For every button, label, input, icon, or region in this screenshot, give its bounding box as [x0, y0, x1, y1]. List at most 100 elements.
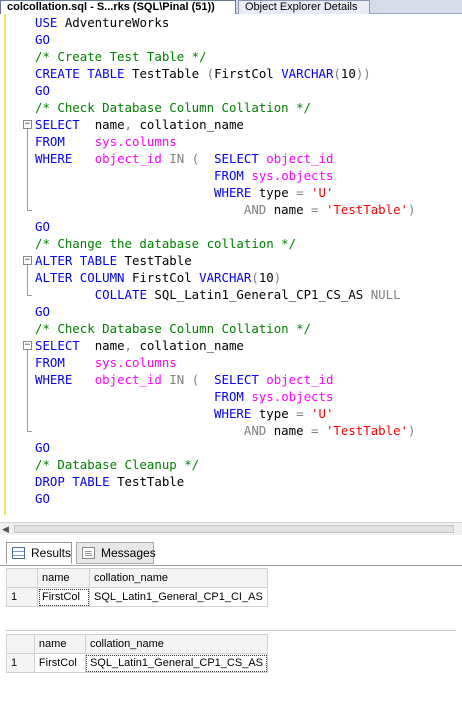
code-token: TestTable: [124, 253, 192, 268]
code-line[interactable]: GO: [35, 31, 50, 48]
code-line[interactable]: FROM sys.columns: [35, 354, 177, 371]
result-grid-2[interactable]: name collation_name 1 FirstCol SQL_Latin…: [6, 634, 269, 673]
row-number[interactable]: 1: [6, 653, 35, 673]
code-line[interactable]: /* Database Cleanup */: [35, 456, 199, 473]
code-line[interactable]: DROP TABLE TestTable: [35, 473, 184, 490]
code-token: AND: [243, 423, 274, 438]
code-line[interactable]: /* Check Database Column Collation */: [35, 320, 311, 337]
collapse-region-icon[interactable]: −: [23, 120, 32, 129]
row-number[interactable]: 1: [6, 587, 38, 607]
column-header-name[interactable]: name: [37, 568, 90, 588]
scroll-left-icon[interactable]: ◀: [2, 524, 9, 535]
cell-collation-name[interactable]: SQL_Latin1_General_CP1_CS_AS: [84, 653, 269, 673]
grid-header-row: name collation_name: [6, 634, 269, 654]
code-token: /* Check Database Column Collation */: [35, 321, 312, 336]
code-token: =: [296, 406, 312, 421]
code-token: (: [191, 151, 215, 166]
column-header-collation-name[interactable]: collation_name: [84, 634, 269, 654]
code-token: SQL_Latin1_General_CP1_CS_AS: [154, 287, 371, 302]
row-header-corner[interactable]: [6, 568, 38, 588]
cell-name[interactable]: FirstCol: [33, 653, 86, 673]
code-line[interactable]: SELECT name, collation_name: [35, 116, 244, 133]
collapse-region-icon[interactable]: −: [23, 256, 32, 265]
code-line[interactable]: SELECT name, collation_name: [35, 337, 244, 354]
fold-guide: [27, 405, 28, 422]
changed-lines-indicator: [4, 14, 6, 515]
query-editor[interactable]: USE AdventureWorks GO/* Create Test Table…: [0, 14, 462, 522]
collapse-region-icon[interactable]: −: [23, 341, 32, 350]
code-token: FirstCol: [214, 66, 282, 81]
code-token: TestTable: [117, 474, 185, 489]
code-token: GO: [35, 491, 50, 506]
code-token: USE: [35, 15, 65, 30]
code-line[interactable]: GO: [35, 439, 50, 456]
code-token: VARCHAR: [199, 270, 252, 285]
cell-collation-name[interactable]: SQL_Latin1_General_CP1_CI_AS: [89, 587, 268, 607]
code-line[interactable]: CREATE TABLE TestTable (FirstCol VARCHAR…: [35, 65, 371, 82]
fold-guide: [27, 133, 28, 150]
code-token: collation_name: [139, 117, 244, 132]
code-line[interactable]: GO: [35, 82, 50, 99]
code-line[interactable]: FROM sys.columns: [35, 133, 177, 150]
code-line[interactable]: GO: [35, 218, 50, 235]
code-line[interactable]: AND name = 'TestTable'): [35, 422, 416, 439]
code-line[interactable]: GO: [35, 490, 50, 507]
code-line[interactable]: FROM sys.objects: [35, 388, 333, 405]
results-pane: name collation_name 1 FirstCol SQL_Latin…: [0, 566, 462, 704]
row-header-corner[interactable]: [6, 634, 35, 654]
tab-colcollation-sql[interactable]: colcollation.sql - S...rks (SQL\Pinal (5…: [0, 0, 236, 14]
code-token: DROP TABLE: [35, 474, 118, 489]
results-tab-strip: Results Messages: [0, 538, 462, 566]
code-line[interactable]: ALTER COLUMN FirstCol VARCHAR(10): [35, 269, 281, 286]
code-line[interactable]: WHERE type = 'U': [35, 405, 333, 422]
fold-guide: [27, 422, 28, 431]
code-line[interactable]: GO: [35, 303, 50, 320]
code-line[interactable]: /* Create Test Table */: [35, 48, 207, 65]
fold-guide: [27, 269, 28, 286]
code-token: (: [333, 66, 341, 81]
code-line[interactable]: ALTER TABLE TestTable: [35, 252, 192, 269]
code-line[interactable]: WHERE object_id IN ( SELECT object_id: [35, 371, 333, 388]
code-line[interactable]: /* Check Database Column Collation */: [35, 99, 311, 116]
code-token: type: [258, 185, 297, 200]
code-line[interactable]: AND name = 'TestTable'): [35, 201, 416, 218]
editor-horizontal-scrollbar[interactable]: ◀: [0, 522, 462, 535]
code-line[interactable]: COLLATE SQL_Latin1_General_CP1_CS_AS NUL…: [35, 286, 401, 303]
tab-object-explorer-details[interactable]: Object Explorer Details: [238, 0, 370, 14]
code-token: sys.columns: [94, 355, 177, 370]
table-row[interactable]: 1 FirstCol SQL_Latin1_General_CP1_CS_AS: [6, 653, 269, 673]
tab-results[interactable]: Results: [6, 542, 72, 564]
code-token: /* Database Cleanup */: [35, 457, 200, 472]
code-token: VARCHAR: [281, 66, 334, 81]
code-token: WHERE: [35, 151, 95, 166]
fold-end-tick: [27, 431, 32, 432]
column-header-name[interactable]: name: [33, 634, 86, 654]
code-line[interactable]: USE AdventureWorks: [35, 14, 169, 31]
code-token: FROM: [35, 355, 95, 370]
scrollbar-thumb[interactable]: [14, 525, 454, 533]
column-header-collation-name[interactable]: collation_name: [89, 568, 268, 588]
code-line[interactable]: FROM sys.objects: [35, 167, 333, 184]
code-token: FROM: [35, 134, 95, 149]
code-token: GO: [35, 83, 50, 98]
fold-guide: [27, 371, 28, 388]
code-token: AdventureWorks: [64, 15, 170, 30]
table-row[interactable]: 1 FirstCol SQL_Latin1_General_CP1_CI_AS: [6, 587, 268, 607]
code-token: WHERE: [35, 372, 95, 387]
code-line[interactable]: WHERE type = 'U': [35, 184, 333, 201]
code-token: type: [258, 406, 297, 421]
code-line[interactable]: WHERE object_id IN ( SELECT object_id: [35, 150, 333, 167]
code-token: FROM: [214, 389, 252, 404]
result-grid-1[interactable]: name collation_name 1 FirstCol SQL_Latin…: [6, 568, 268, 607]
code-line[interactable]: /* Change the database collation */: [35, 235, 296, 252]
code-token: SELECT: [214, 151, 267, 166]
code-token: object_id: [266, 372, 334, 387]
code-token: GO: [35, 304, 50, 319]
tab-messages[interactable]: Messages: [76, 542, 156, 564]
cell-name[interactable]: FirstCol: [37, 587, 90, 607]
fold-guide: [27, 388, 28, 405]
code-token: ,: [124, 338, 140, 353]
code-token: (: [191, 372, 215, 387]
